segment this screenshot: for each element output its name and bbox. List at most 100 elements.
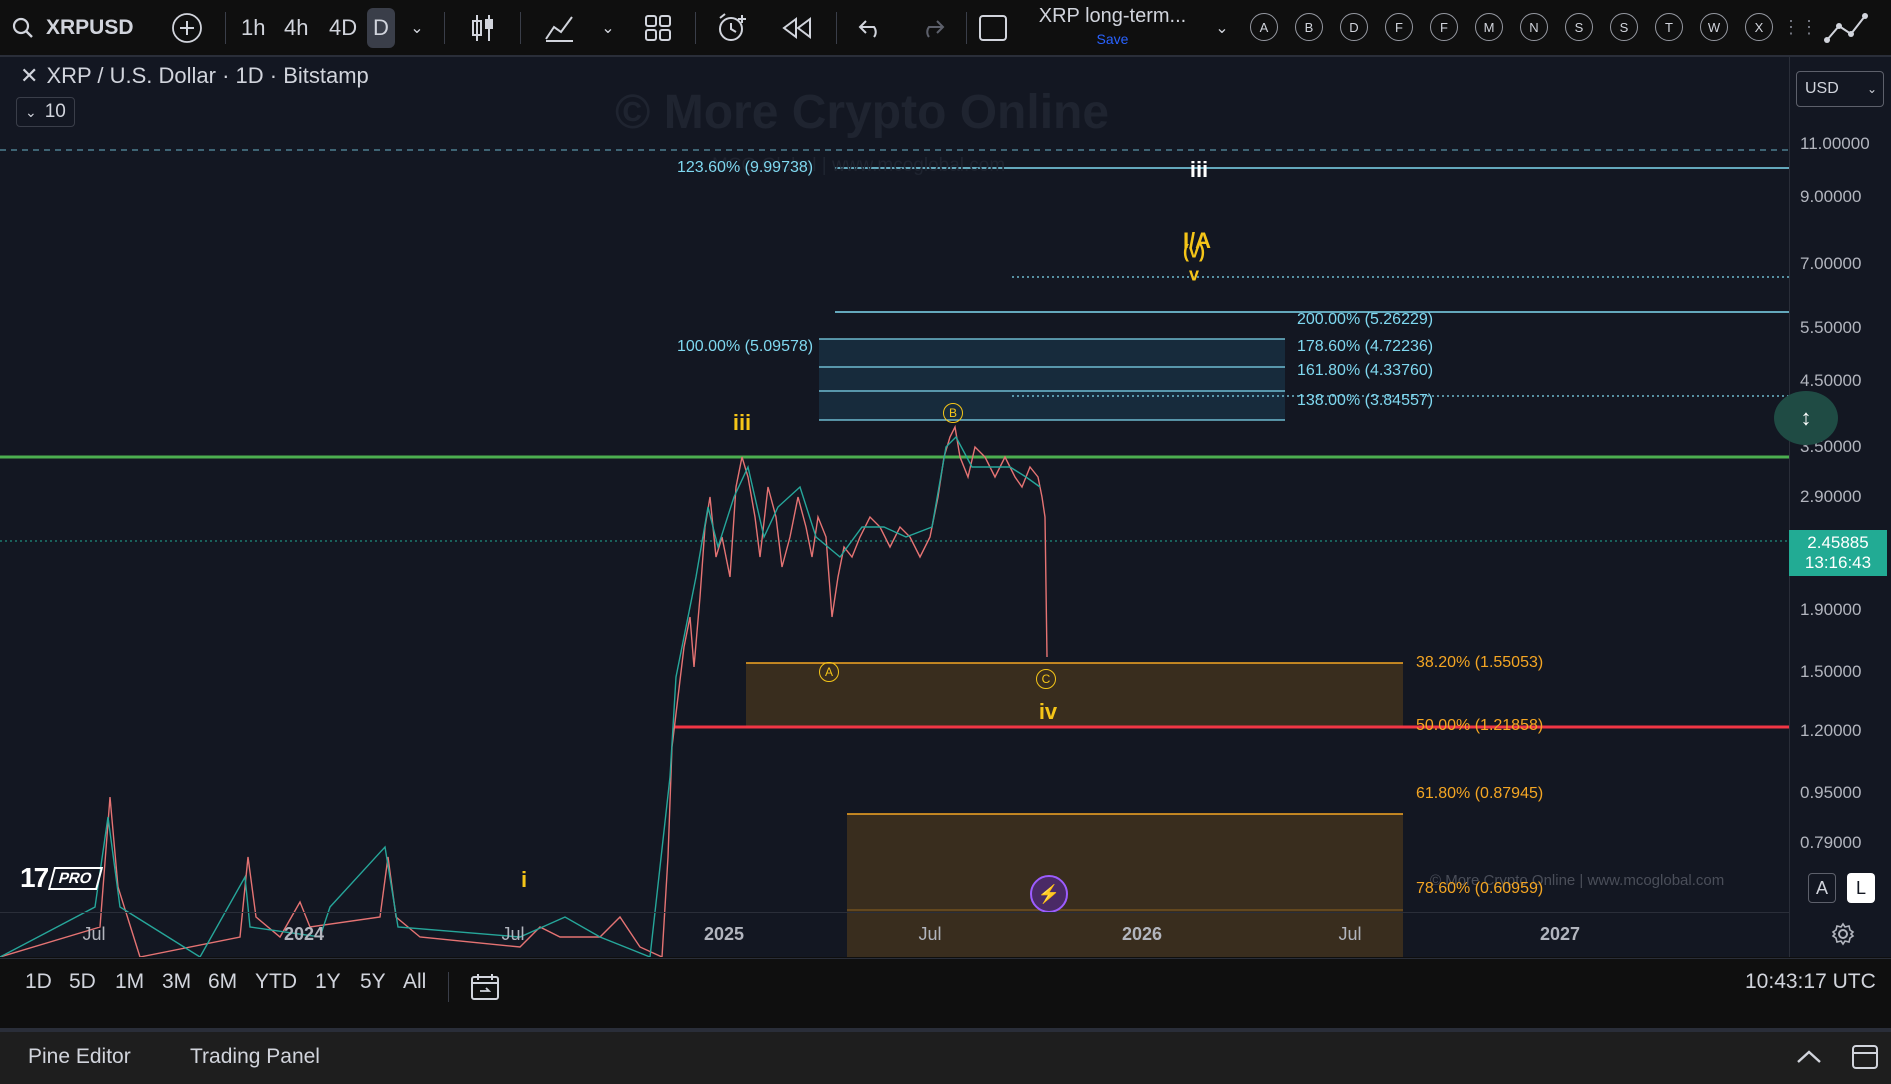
log-scale-button[interactable]: L (1847, 873, 1875, 903)
divider (444, 12, 445, 44)
close-icon[interactable]: ✕ (20, 63, 38, 89)
redo-icon[interactable] (917, 0, 947, 55)
divider (520, 12, 521, 44)
divider (966, 12, 967, 44)
drawing-tools-icon[interactable] (1822, 0, 1872, 55)
layout-name[interactable]: XRP long-term... (1031, 4, 1194, 28)
divider (836, 12, 837, 44)
time-label: Jul (501, 924, 525, 944)
price-label: 0.79000 (1800, 833, 1862, 852)
price-label: 11.00000 (1800, 134, 1870, 153)
undo-icon[interactable] (856, 0, 886, 55)
fib-label-78: 78.60% (0.60959) (1416, 880, 1544, 897)
goto-date-calendar-icon[interactable] (470, 972, 500, 1002)
fib-label-100: 100.00% (5.09578) (677, 338, 814, 355)
fib-label-123: 123.60% (9.99738) (677, 159, 814, 176)
layout-grid-icon[interactable] (642, 0, 674, 55)
drag-handle-icon[interactable]: ⋮⋮ (1782, 0, 1818, 55)
script-button-a[interactable]: A (1250, 13, 1278, 41)
trading-panel-tab[interactable]: Trading Panel (190, 1045, 320, 1069)
alert-clock-icon[interactable] (716, 0, 750, 55)
script-button-f[interactable]: F (1385, 13, 1413, 41)
pine-editor-tab[interactable]: Pine Editor (28, 1045, 131, 1069)
interval-d-active[interactable]: D (367, 8, 395, 48)
fib-zone-upper (746, 663, 1403, 727)
range-all[interactable]: All (403, 970, 426, 994)
fib-label-61: 61.80% (0.87945) (1416, 785, 1544, 802)
interval-4d[interactable]: 4D (329, 0, 357, 55)
wave-circle-c: C (1036, 669, 1056, 689)
lightning-icon[interactable]: ⚡ (1030, 875, 1068, 913)
fullscreen-square-icon[interactable] (977, 0, 1009, 55)
time-label: Jul (82, 924, 106, 944)
divider (448, 972, 449, 1002)
compare-symbol-icon[interactable] (170, 0, 204, 55)
script-button-m[interactable]: M (1475, 13, 1503, 41)
range-1d[interactable]: 1D (25, 970, 52, 994)
indicators-toggle[interactable]: ⌄ 10 (16, 97, 75, 127)
currency-value: USD (1805, 80, 1839, 97)
range-1m[interactable]: 1M (115, 970, 144, 994)
time-label: 2026 (1121, 924, 1163, 944)
currency-select[interactable]: USD ⌄ (1796, 71, 1884, 107)
range-ytd[interactable]: YTD (255, 970, 297, 994)
pro-badge: PRO (48, 866, 103, 890)
wave-label-v-paren: (v) (1183, 241, 1205, 262)
script-button-s[interactable]: S (1565, 13, 1593, 41)
fib-label-50: 50.00% (1.21858) (1416, 717, 1544, 734)
price-label: 4.50000 (1800, 371, 1862, 390)
range-6m[interactable]: 6M (208, 970, 237, 994)
chevron-down-icon[interactable]: ⌄ (598, 0, 618, 55)
time-label: Jul (918, 924, 942, 944)
auto-scale-button[interactable]: A (1808, 873, 1836, 903)
wave-circle-a: A (819, 662, 839, 682)
script-button-f2[interactable]: F (1430, 13, 1458, 41)
replay-icon[interactable] (781, 0, 813, 55)
chevron-down-icon[interactable]: ⌄ (1212, 0, 1232, 55)
fib-label-38: 38.20% (1.55053) (1416, 654, 1544, 671)
utc-clock[interactable]: 10:43:17 UTC (1745, 970, 1876, 994)
fib-extension-box (819, 339, 1285, 420)
wave-label-v: v (1188, 264, 1200, 285)
maximize-panel-icon[interactable] (1850, 1042, 1880, 1072)
script-button-d[interactable]: D (1340, 13, 1368, 41)
script-button-n[interactable]: N (1520, 13, 1548, 41)
time-axis-divider (0, 912, 1789, 913)
script-button-s2[interactable]: S (1610, 13, 1638, 41)
chevron-up-icon[interactable] (1794, 1042, 1824, 1072)
chart-drawing (0, 149, 1789, 957)
interval-4h[interactable]: 4h (284, 0, 308, 55)
interval-1h[interactable]: 1h (241, 0, 265, 55)
legend-title: XRP / U.S. Dollar · 1D · Bitstamp (46, 63, 369, 88)
range-5y[interactable]: 5Y (360, 970, 386, 994)
candles-icon[interactable] (468, 0, 498, 55)
range-5d[interactable]: 5D (69, 970, 96, 994)
scale-drag-handle-icon[interactable]: ↕ (1774, 391, 1838, 445)
range-3m[interactable]: 3M (162, 970, 191, 994)
time-label: 2024 (283, 924, 325, 944)
settings-gear-icon[interactable] (1830, 921, 1856, 947)
search-icon[interactable] (10, 0, 36, 55)
script-button-b[interactable]: B (1295, 13, 1323, 41)
top-toolbar: XRPUSD 1h 4h 4D D ⌄ ⌄ XRP long-term... S… (0, 0, 1891, 57)
chevron-down-icon[interactable]: ⌄ (407, 0, 427, 55)
bar-countdown: 13:16:43 (1804, 553, 1872, 572)
wave-label-i: i (520, 867, 528, 892)
current-price-badge: 2.45885 13:16:43 (1789, 530, 1887, 576)
price-label: 5.50000 (1800, 318, 1862, 337)
script-button-t[interactable]: T (1655, 13, 1683, 41)
fib-label-200: 200.00% (5.26229) (1297, 311, 1434, 328)
save-button[interactable]: Save (1031, 30, 1194, 48)
symbol-search[interactable]: XRPUSD (46, 0, 134, 55)
indicators-icon[interactable] (542, 0, 576, 55)
wave-label-iv: iv (1038, 699, 1058, 724)
divider (225, 12, 226, 44)
chart-pane[interactable]: © More Crypto Online MCO Global | www.mc… (0, 57, 1789, 957)
current-price: 2.45885 (1807, 533, 1869, 552)
range-1y[interactable]: 1Y (315, 970, 341, 994)
indicator-count: 10 (44, 101, 66, 122)
script-button-w[interactable]: W (1700, 13, 1728, 41)
tradingview-pro-logo: 17 PRO (20, 862, 103, 894)
script-button-x[interactable]: X (1745, 13, 1773, 41)
legend-row: ✕ XRP / U.S. Dollar · 1D · Bitstamp (20, 63, 369, 89)
